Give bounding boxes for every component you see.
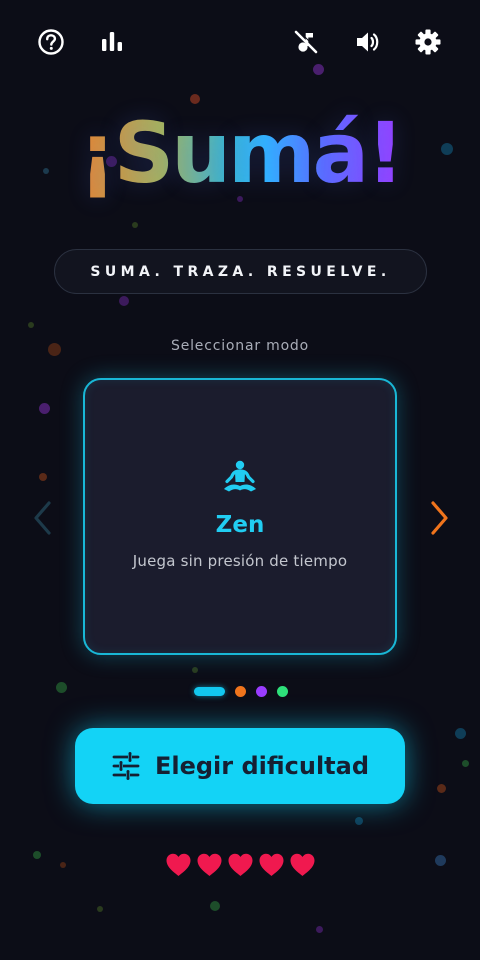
settings-icon bbox=[415, 29, 441, 55]
heart-icon bbox=[166, 853, 191, 876]
choose-difficulty-label: Elegir dificultad bbox=[154, 752, 370, 780]
heart-icon bbox=[259, 853, 284, 876]
chevron-left-icon bbox=[34, 501, 51, 535]
help-icon bbox=[38, 29, 64, 55]
mode-card-zen[interactable]: Zen Juega sin presión de tiempo bbox=[83, 378, 397, 655]
mode-selector-label: Seleccionar modo bbox=[171, 338, 309, 354]
music-toggle-button[interactable] bbox=[288, 24, 324, 60]
logo-text: ¡Sumá! bbox=[78, 104, 404, 202]
page-dot-zen[interactable] bbox=[194, 687, 225, 696]
game-logo: ¡Sumá! bbox=[0, 104, 480, 202]
page-dot-3[interactable] bbox=[256, 686, 267, 697]
help-button[interactable] bbox=[33, 24, 69, 60]
mode-page-indicator bbox=[194, 686, 288, 697]
choose-difficulty-button[interactable]: Elegir dificultad bbox=[75, 728, 405, 804]
chevron-right-icon bbox=[431, 501, 448, 535]
heart-icon bbox=[290, 853, 315, 876]
sliders-icon bbox=[112, 752, 140, 780]
meditation-icon bbox=[221, 460, 259, 500]
tagline: SUMA. TRAZA. RESUELVE. bbox=[54, 249, 427, 294]
lives-indicator bbox=[165, 852, 316, 878]
page-dot-2[interactable] bbox=[235, 686, 246, 697]
next-mode-button[interactable] bbox=[424, 498, 454, 538]
stats-button[interactable] bbox=[94, 24, 130, 60]
volume-icon bbox=[357, 32, 379, 52]
heart-icon bbox=[228, 853, 253, 876]
mode-name: Zen bbox=[215, 512, 265, 538]
stats-icon bbox=[102, 32, 122, 51]
mode-description: Juega sin presión de tiempo bbox=[132, 552, 348, 570]
settings-button[interactable] bbox=[410, 24, 446, 60]
music-off-icon bbox=[294, 29, 319, 54]
page-dot-4[interactable] bbox=[277, 686, 288, 697]
heart-icon bbox=[197, 853, 222, 876]
previous-mode-button[interactable] bbox=[28, 498, 58, 538]
volume-button[interactable] bbox=[350, 24, 386, 60]
